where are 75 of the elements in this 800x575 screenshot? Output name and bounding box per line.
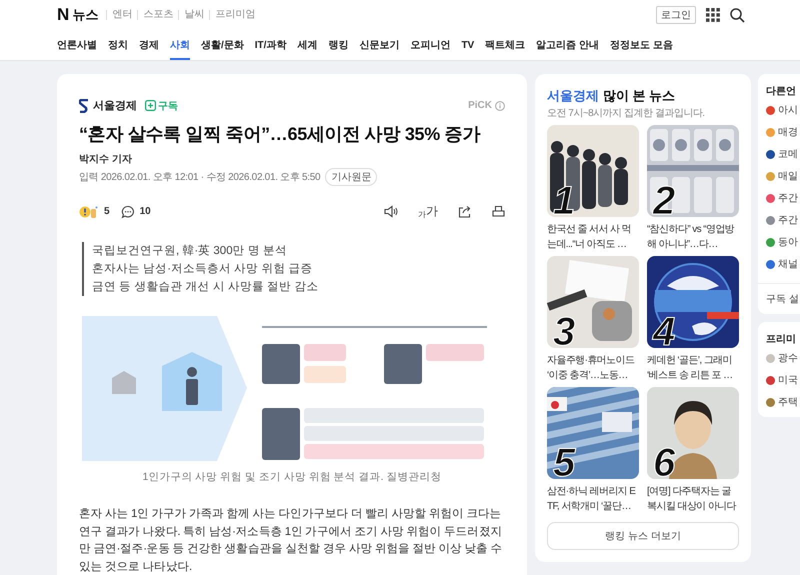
nav-tab[interactable]: 팩트체크 [485,30,526,60]
search-icon[interactable] [730,8,745,22]
press-name[interactable]: 동아 [778,235,798,249]
press-name[interactable]: 서울경제 [547,87,599,105]
section-link[interactable]: 프리미엄 [209,10,260,20]
press-logo-icon[interactable] [766,194,775,202]
logo-text[interactable]: 뉴스 [72,6,98,24]
press-logo-icon [79,98,89,112]
press-logo-icon[interactable] [766,260,775,268]
rank-number: 2 [653,181,676,217]
reaction-count: 5 [104,206,110,217]
more-ranking-button[interactable]: 랭킹 뉴스 더보기 [547,522,739,550]
comment-icon[interactable] [120,204,135,218]
share-icon[interactable] [458,205,472,218]
article-body: 혼자 사는 1인 가구가 가족과 함께 사는 다인가구보다 더 빨리 사망할 위험이 크다는 연구 결과가 나왔다. 특히 남성·저소득층 1인 가구에서 조기 사망 위험이 두드러졌지만 금연·절주·운동 등 건강한 생활습관을 실천할 경우 사망 위험을 절반 이상 낮출 수 있는 것으로 나타났다. [79,507,504,574]
logo-mark[interactable]: N [57,5,70,25]
figure-caption: 1인가구의 사망 위험 및 조기 사망 위험 분석 결과. 질병관리청 [141,470,442,484]
news-headline[interactable]: [여명] 다주택자는 굴복시킬 대상이 아니다 [647,484,739,514]
section-link[interactable]: 날씨 [178,10,210,20]
nav-tab[interactable]: 사회 [170,30,190,60]
nav-tab[interactable]: IT/과학 [254,30,286,60]
press-name[interactable]: 서울경제 [93,98,137,113]
grid-menu-icon[interactable] [706,8,720,22]
news-headline[interactable]: 자율주행·휴머노이드 ‘이중 충격’…노동… [547,353,639,383]
rank-number: 3 [553,312,576,348]
section-link[interactable]: 엔터 [106,10,138,20]
comment-count[interactable]: 10 [140,206,151,217]
press-name[interactable]: 주간 [778,191,798,205]
press-name[interactable]: 매일 [778,169,798,183]
nav-tab[interactable]: 세계 [297,30,318,60]
rank-number: 5 [553,443,576,479]
nav-tab[interactable]: TV [461,30,474,60]
nav-tab[interactable]: 랭킹 [328,30,348,60]
news-headline[interactable]: 삼전·하닉 레버리지 ETF, 서학개미 ‘꿀단… [547,484,639,514]
speaker-icon[interactable] [384,205,398,218]
ranking-title: 많이 본 뉴스 [603,87,676,105]
news-headline[interactable]: 한국선 줄 서서 사 먹는데...“너 아직도 … [547,222,639,252]
reporter-name[interactable]: 박지수 기자 [79,152,505,166]
nav-tab[interactable]: 언론사별 [57,30,97,60]
press-name[interactable]: 미국 [778,373,798,387]
nav-tab[interactable]: 알고리즘 안내 [536,30,600,60]
press-name[interactable]: 매경 [778,125,798,139]
section-title: 다른언 [766,85,797,98]
nav-tab[interactable]: 생활/문화 [201,30,244,60]
press-name[interactable]: 채널 [778,257,798,271]
press-name[interactable]: 주택 [778,395,798,409]
nav-tab[interactable]: 오피니언 [410,30,450,60]
article-title: “혼자 살수록 일찍 죽어”…65세이전 사망 35% 증가 [79,123,482,146]
rank-number: 6 [653,443,676,479]
press-logo-icon[interactable] [766,106,775,114]
article-summary: 국립보건연구원, 韓·英 300만 명 분석 혼자사는 남성·저소득층서 사망 위험 급증 금연 등 생활습관 개선 시 사망률 절반 감소 [82,242,505,296]
section-title: 프리미 [766,333,797,346]
avatar-icon[interactable] [766,398,775,406]
press-name[interactable]: 주간 [778,213,798,227]
press-name[interactable]: 코메 [778,147,798,161]
original-article-button[interactable]: 기사원문 [325,168,378,186]
nav-tab[interactable]: 정정보도 모음 [610,30,673,60]
press-logo-icon[interactable] [766,150,775,158]
pick-label: PiCK [468,100,492,111]
article-dates: 입력 2026.02.01. 오후 12:01 · 수정 2026.02.01. 오후 5:50 [79,171,320,184]
nav-tab[interactable]: 신문보기 [359,30,400,60]
nav-tab[interactable]: 경제 [139,30,159,60]
ranking-subtitle: 오전 7시~8시까지 집계한 결과입니다. [547,107,706,120]
section-link[interactable]: 스포츠 [137,10,178,20]
login-button[interactable]: 로그인 [656,6,696,24]
subscribe-settings-link[interactable]: 구독 설 [758,283,800,306]
avatar-icon[interactable] [766,376,775,384]
news-headline[interactable]: 케데헌 ‘골든’, 그래미 ‘베스트 송 리튼 포 … [647,353,739,383]
press-name[interactable]: 광수 [778,351,798,365]
print-icon[interactable] [492,205,505,218]
plus-icon [145,100,156,111]
news-headline[interactable]: “참신하다” vs “영업방해 아니냐”…다… [647,222,739,252]
nav-tab[interactable]: 정치 [108,30,128,60]
press-name[interactable]: 아시 [778,103,798,117]
reaction-icon[interactable] [79,204,99,218]
